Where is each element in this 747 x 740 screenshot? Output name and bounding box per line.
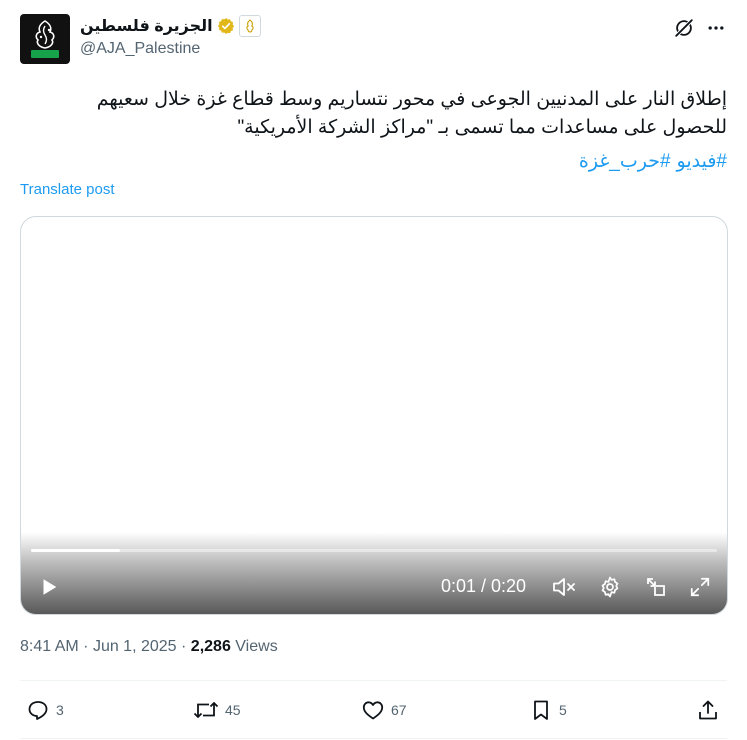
tweet-time[interactable]: 8:41 AM [20, 638, 79, 655]
heart-icon [362, 701, 384, 720]
like-count: 67 [391, 702, 407, 718]
avatar[interactable] [20, 14, 70, 64]
hashtag-link[interactable]: #فيديو [677, 151, 727, 172]
tweet-text: إطلاق النار على المدنيين الجوعى في محور … [20, 86, 727, 142]
fullscreen-icon[interactable] [685, 572, 715, 602]
verified-badge-icon [217, 18, 234, 34]
affiliate-logo-icon[interactable] [238, 15, 261, 37]
reply-count: 3 [56, 702, 64, 718]
reply-icon [28, 701, 48, 720]
share-icon [699, 700, 717, 720]
tweet-line: إطلاق النار على المدنيين الجوعى في محور … [96, 89, 727, 110]
pop-out-icon[interactable] [641, 572, 671, 602]
display-name[interactable]: الجزيرة فلسطين [80, 16, 213, 36]
bookmark-button[interactable]: 5 [529, 697, 567, 723]
share-button[interactable] [696, 697, 720, 723]
tweet-meta: 8:41 AM · Jun 1, 2025 · 2,286 Views [20, 638, 278, 655]
play-icon[interactable] [34, 572, 64, 602]
views-count: 2,286 [190, 638, 231, 655]
video-player[interactable]: 0:01 / 0:20 [20, 216, 728, 615]
tweet-date[interactable]: Jun 1, 2025 [93, 638, 177, 655]
hashtag-link[interactable]: #حرب_غزة [579, 151, 671, 172]
settings-icon[interactable] [595, 572, 625, 602]
avatar-badge [31, 50, 59, 58]
video-progress-fill [31, 549, 121, 552]
bookmark-icon [534, 700, 548, 720]
name-row: الجزيرة فلسطين [80, 14, 261, 38]
repost-button[interactable]: 45 [193, 697, 241, 723]
repost-icon [193, 702, 219, 718]
handle[interactable]: @AJA_Palestine [80, 40, 200, 58]
tweet-line: للحصول على مساعدات مما تسمى بـ "مراكز ال… [237, 117, 727, 138]
aljazeera-logo-icon [35, 20, 55, 49]
reply-button[interactable]: 3 [26, 697, 64, 723]
translate-post-link[interactable]: Translate post [20, 181, 115, 198]
video-progress-bar[interactable] [31, 549, 717, 552]
hashtags: #فيديو #حرب_غزة [573, 148, 727, 176]
like-button[interactable]: 67 [361, 697, 407, 723]
grok-icon[interactable] [672, 16, 696, 40]
mute-icon[interactable] [549, 572, 579, 602]
repost-count: 45 [225, 702, 241, 718]
views-label: Views [235, 638, 278, 655]
divider [20, 738, 727, 739]
more-icon[interactable] [704, 16, 728, 40]
bookmark-count: 5 [559, 702, 567, 718]
divider [20, 680, 727, 681]
video-time: 0:01 / 0:20 [441, 576, 527, 596]
